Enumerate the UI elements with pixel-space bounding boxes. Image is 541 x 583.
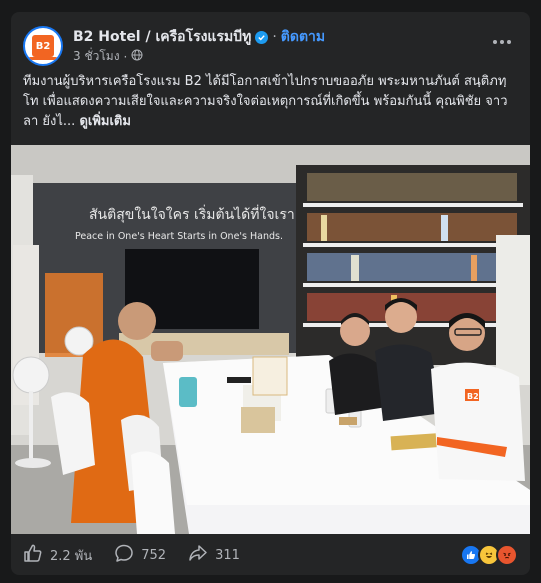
- post-caption: ทีมงานผู้บริหารเครือโรงแรม B2 ได้มีโอกาส…: [23, 72, 517, 132]
- share-button[interactable]: 311: [188, 543, 240, 567]
- logo-underline: [29, 57, 57, 60]
- page-name[interactable]: B2 Hotel / เครือโรงแรมบีทู: [73, 26, 251, 48]
- like-count: 2.2 พัน: [50, 548, 93, 564]
- separator-dot: ·: [272, 29, 277, 45]
- b2-logo: B2: [32, 35, 54, 57]
- reaction-summary[interactable]: [460, 544, 518, 566]
- comment-count: 752: [141, 547, 167, 563]
- comment-button[interactable]: 752: [114, 543, 166, 567]
- verified-badge-icon: [255, 30, 269, 44]
- post-photo[interactable]: สันติสุขในใจใคร เริ่มต้นได้ที่ใจเรา Peac…: [11, 145, 530, 534]
- post-meta: 3 ชั่วโมง ·: [73, 47, 143, 66]
- comment-icon: [114, 543, 134, 567]
- post-actions: 2.2 พัน 752 311: [23, 542, 518, 568]
- wall-text-english: Peace in One's Heart Starts in One's Han…: [75, 231, 283, 242]
- see-more-link[interactable]: ดูเพิ่มเติม: [79, 114, 130, 129]
- page-avatar[interactable]: B2: [23, 26, 63, 66]
- share-count: 311: [215, 547, 240, 563]
- thumbs-up-icon: [23, 543, 43, 567]
- shirt-logo: B2: [467, 392, 479, 401]
- post-header: B2 B2 Hotel / เครือโรงแรมบีทู · ติดตาม 3…: [23, 24, 518, 68]
- globe-icon: [131, 49, 143, 64]
- post-time[interactable]: 3 ชั่วโมง: [73, 47, 120, 66]
- wall-text-thai: สันติสุขในใจใคร เริ่มต้นได้ที่ใจเรา: [89, 205, 295, 223]
- separator-dot: ·: [123, 49, 128, 64]
- more-options-button[interactable]: [488, 32, 516, 52]
- more-dots-icon: [493, 40, 511, 44]
- follow-button[interactable]: ติดตาม: [281, 26, 325, 48]
- share-icon: [188, 543, 208, 567]
- page-name-row: B2 Hotel / เครือโรงแรมบีทู · ติดตาม: [73, 26, 325, 48]
- photo-scene: สันติสุขในใจใคร เริ่มต้นได้ที่ใจเรา Peac…: [11, 145, 530, 534]
- like-button[interactable]: 2.2 พัน: [23, 543, 92, 567]
- angry-reaction-icon: [496, 544, 518, 566]
- post-card: B2 B2 Hotel / เครือโรงแรมบีทู · ติดตาม 3…: [11, 12, 530, 575]
